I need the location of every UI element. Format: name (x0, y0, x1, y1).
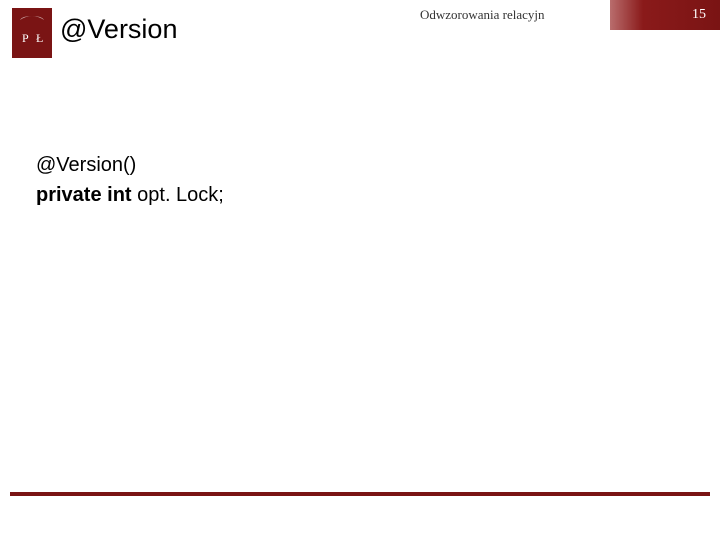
page-number-badge: 15 (610, 0, 720, 30)
crest-icon: P Ł (12, 8, 52, 58)
slide: Odwzorowania relacyjn 15 P Ł @Version @V… (0, 0, 720, 540)
code-annotation-line: @Version() (36, 150, 224, 180)
university-logo: P Ł (12, 8, 52, 58)
breadcrumb: Odwzorowania relacyjn (410, 0, 610, 30)
code-declaration-line: private int opt. Lock; (36, 180, 224, 210)
slide-body: @Version() private int opt. Lock; (36, 150, 224, 210)
slide-title: @Version (60, 14, 177, 45)
code-keyword: private int (36, 184, 132, 206)
page-number: 15 (692, 7, 706, 23)
svg-text:Ł: Ł (36, 31, 43, 45)
code-identifier: opt. Lock; (132, 184, 224, 206)
header-bar: Odwzorowania relacyjn 15 (410, 0, 720, 30)
svg-text:P: P (22, 31, 29, 45)
divider (10, 492, 710, 496)
